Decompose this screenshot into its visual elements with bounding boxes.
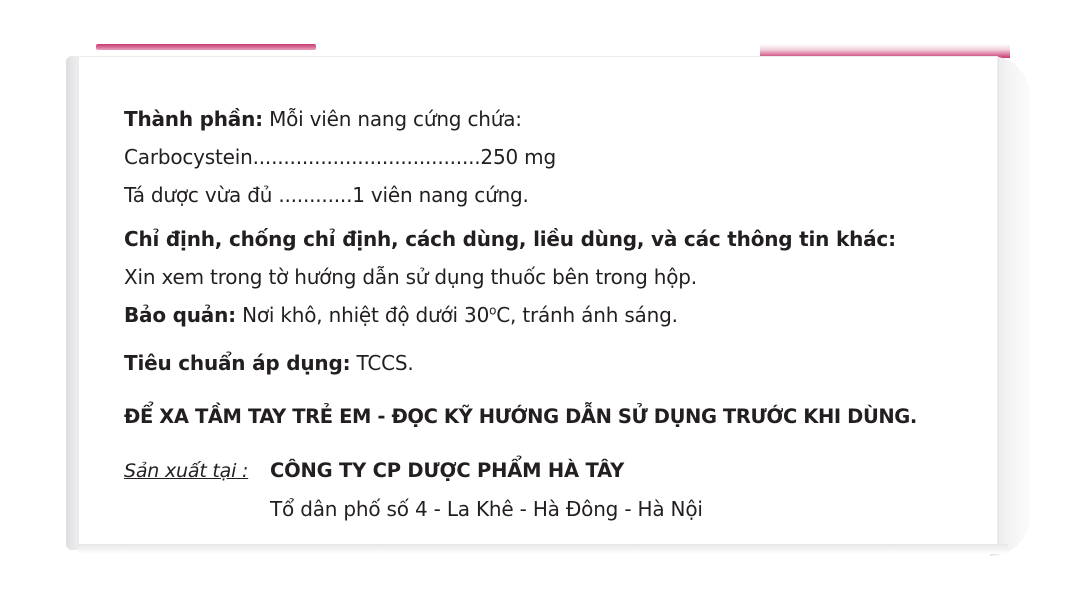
manufacturer-name: CÔNG TY CP DƯỢC PHẨM HÀ TÂY — [270, 459, 625, 482]
standard-line: Tiêu chuẩn áp dụng: TCCS. — [124, 344, 994, 382]
storage-label: Bảo quản: — [124, 303, 236, 327]
manufacturer-address: Tổ dân phố số 4 - La Khê - Hà Đông - Hà … — [270, 497, 703, 521]
indications-text: Xin xem trong tờ hướng dẫn sử dụng thuốc… — [124, 265, 697, 289]
composition-line-excipient: Tá dược vừa đủ ............1 viên nang c… — [124, 183, 529, 207]
indications-heading: Chỉ định, chống chỉ định, cách dùng, liề… — [124, 227, 896, 251]
manufacturer-row: Sản xuất tại : CÔNG TY CP DƯỢC PHẨM HÀ T… — [124, 452, 994, 490]
box-top-edge-left — [96, 44, 316, 50]
composition-heading: Thành phần: Mỗi viên nang cứng chứa: — [124, 100, 994, 138]
box-bottom-edge — [78, 544, 1008, 554]
manufacturer-label: Sản xuất tại : — [124, 460, 249, 482]
storage-text-after: C, tránh ánh sáng. — [496, 303, 678, 327]
product-box-photo: Thành phần: Mỗi viên nang cứng chứa: Car… — [0, 0, 1080, 600]
composition-line-active: Carbocystein............................… — [124, 145, 556, 169]
standard-value: TCCS. — [350, 351, 414, 375]
storage-text-before: Nơi khô, nhiệt độ dưới 30 — [235, 303, 490, 327]
label-text-block: Thành phần: Mỗi viên nang cứng chứa: Car… — [124, 100, 994, 528]
standard-label: Tiêu chuẩn áp dụng: — [124, 351, 351, 375]
composition-intro: Mỗi viên nang cứng chứa: — [262, 107, 522, 131]
composition-label: Thành phần: — [124, 107, 263, 131]
child-safety-warning: ĐỂ XA TẦM TAY TRẺ EM - ĐỌC KỸ HƯỚNG DẪN … — [124, 405, 917, 428]
storage-line: Bảo quản: Nơi khô, nhiệt độ dưới 30oC, t… — [124, 296, 994, 334]
